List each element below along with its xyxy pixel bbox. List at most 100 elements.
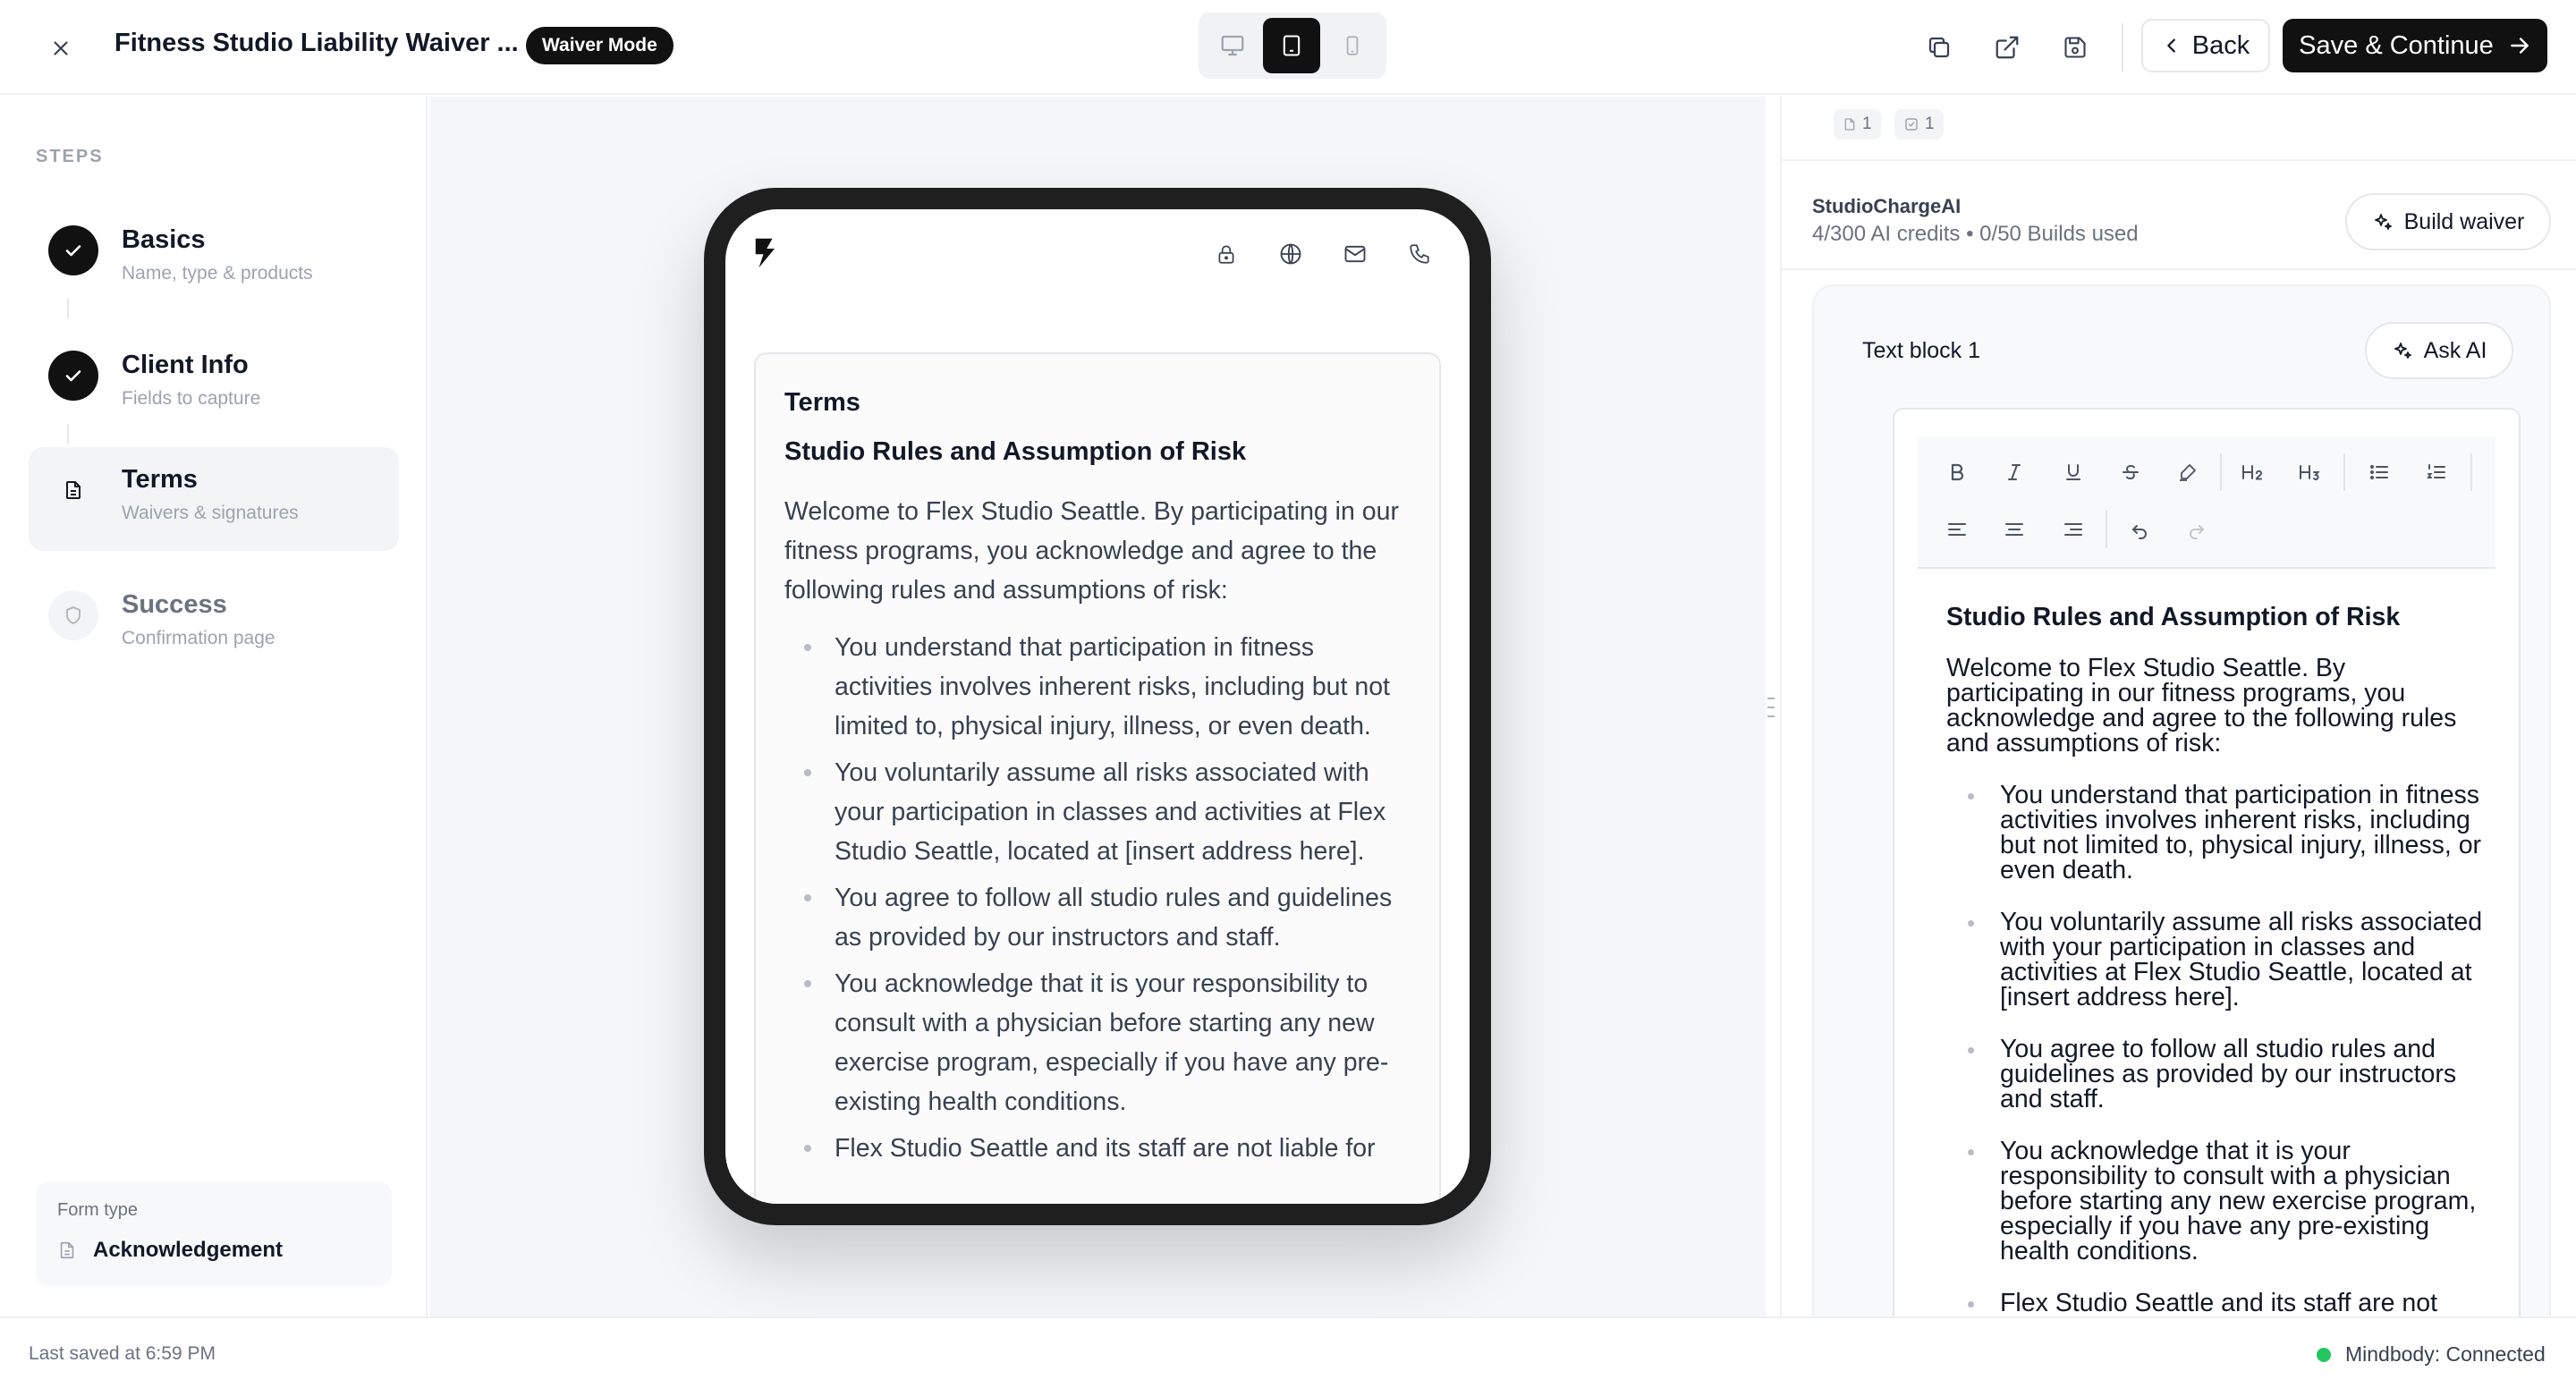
italic-button[interactable] (1991, 449, 2038, 495)
editor-list-item: You voluntarily assume all risks associa… (1946, 910, 2483, 1010)
connection-status-text: Mindbody: Connected (2345, 1342, 2546, 1366)
align-right-button[interactable] (2050, 506, 2097, 553)
save-continue-button[interactable]: Save & Continue (2283, 19, 2547, 72)
copy-icon (1928, 37, 1950, 58)
preview-canvas: Terms Studio Rules and Assumption of Ris… (429, 97, 1766, 1316)
ask-ai-label: Ask AI (2423, 337, 2487, 363)
tablet-view-button[interactable] (1263, 18, 1320, 73)
connection-status-dot (2317, 1348, 2331, 1362)
step-complete-indicator (48, 351, 98, 401)
align-left-button[interactable] (1934, 506, 1980, 553)
close-icon (54, 41, 68, 55)
globe-icon[interactable] (1273, 236, 1309, 272)
step-subtitle: Name, type & products (122, 263, 313, 284)
phone-icon (1346, 36, 1359, 55)
step-title: Basics (122, 225, 206, 254)
lightning-logo-icon (752, 236, 779, 270)
strikethrough-icon (2123, 465, 2139, 479)
step-subtitle: Waivers & signatures (122, 503, 299, 523)
monitor-icon (1221, 35, 1244, 56)
steps-sidebar: STEPS Basics Name, type & products Clien… (0, 97, 428, 1316)
step-complete-indicator (48, 225, 98, 275)
panel-resize-handle[interactable] (1767, 698, 1778, 717)
editor-content[interactable]: Studio Rules and Assumption of Risk Welc… (1946, 603, 2483, 1342)
underline-icon (2066, 464, 2080, 480)
undo-icon (2132, 525, 2147, 539)
duplicate-button[interactable] (1918, 27, 1961, 68)
align-left-icon (1948, 523, 1966, 536)
toolbar-separator (2470, 453, 2472, 491)
desktop-view-button[interactable] (1204, 18, 1261, 73)
pages-count-chip[interactable]: 1 (1834, 109, 1881, 140)
panel-divider (1782, 268, 2576, 270)
form-type-value: Acknowledgement (93, 1238, 284, 1262)
ai-credits: 4/300 AI credits • 0/50 Builds used (1812, 222, 2139, 246)
top-bar: Fitness Studio Liability Waiver ... Waiv… (0, 0, 2576, 95)
save-draft-button[interactable] (2054, 27, 2097, 68)
editor-list-item: You agree to follow all studio rules and… (1946, 1037, 2483, 1112)
align-center-button[interactable] (1991, 506, 2038, 553)
highlighter-icon (2180, 464, 2196, 481)
redo-icon (2190, 525, 2204, 539)
terms-heading: Studio Rules and Assumption of Risk (784, 437, 1247, 466)
heading-3-button[interactable] (2288, 449, 2334, 495)
step-success[interactable]: Success Confirmation page (29, 572, 399, 676)
build-waiver-button[interactable]: Build waiver (2345, 193, 2551, 250)
back-button[interactable]: Back (2141, 19, 2270, 72)
form-title: Fitness Studio Liability Waiver ... (114, 29, 519, 57)
panel-header: 1 1 (1782, 97, 2576, 161)
sparkles-icon (2394, 343, 2411, 359)
redo-button[interactable] (2174, 506, 2220, 553)
lock-icon[interactable] (1208, 236, 1244, 272)
bullet-list-button[interactable] (2356, 449, 2402, 495)
step-connector (67, 299, 69, 318)
step-subtitle: Fields to capture (122, 388, 261, 409)
numbered-list-button[interactable] (2413, 449, 2460, 495)
device-switcher (1199, 13, 1386, 79)
step-current-indicator (48, 465, 98, 515)
pages-count: 1 (1862, 114, 1872, 133)
close-button[interactable] (39, 27, 82, 70)
editor-list-item: You acknowledge that it is your responsi… (1946, 1138, 2483, 1264)
rich-text-editor[interactable]: Studio Rules and Assumption of Risk Welc… (1893, 408, 2521, 1388)
numbered-list-icon (2427, 464, 2445, 478)
bullet-list-icon (2370, 465, 2388, 479)
editor-heading: Studio Rules and Assumption of Risk (1946, 603, 2401, 631)
terms-list: You understand that participation in fit… (784, 628, 1411, 1168)
open-external-button[interactable] (1986, 27, 2029, 68)
terms-preview-card: Terms Studio Rules and Assumption of Ris… (754, 352, 1441, 1204)
checks-count: 1 (1925, 114, 1935, 133)
align-center-icon (2005, 523, 2023, 536)
phone-call-icon[interactable] (1402, 236, 1437, 272)
strikethrough-button[interactable] (2107, 449, 2154, 495)
ai-assistant-name: StudioChargeAI (1812, 195, 1962, 217)
back-button-label: Back (2191, 30, 2250, 60)
toolbar-divider (2122, 23, 2123, 72)
checks-count-chip[interactable]: 1 (1894, 109, 1944, 140)
underline-button[interactable] (2050, 449, 2097, 495)
step-client-info[interactable]: Client Info Fields to capture (29, 333, 399, 436)
mobile-view-button[interactable] (1324, 18, 1381, 73)
chevron-left-icon (2166, 38, 2175, 53)
mail-icon[interactable] (1337, 236, 1373, 272)
terms-list-item: You understand that participation in fit… (784, 628, 1411, 746)
editor-panel: 1 1 StudioChargeAI 4/300 AI credits • 0/… (1780, 97, 2576, 1388)
step-terms[interactable]: Terms Waivers & signatures (29, 447, 399, 551)
bold-icon (1951, 463, 1964, 481)
editor-list: You understand that participation in fit… (1946, 783, 2483, 1316)
step-basics[interactable]: Basics Name, type & products (29, 207, 399, 311)
shield-icon (66, 606, 80, 624)
ask-ai-button[interactable]: Ask AI (2365, 322, 2513, 379)
device-screen: Terms Studio Rules and Assumption of Ris… (725, 209, 1470, 1204)
editor-list-item: Flex Studio Seattle and its staff are no… (1946, 1291, 2483, 1316)
editor-intro: Welcome to Flex Studio Seattle. By parti… (1946, 654, 2457, 757)
bold-button[interactable] (1934, 449, 1980, 495)
document-icon (57, 1240, 77, 1261)
highlight-button[interactable] (2165, 449, 2211, 495)
check-icon (65, 245, 81, 257)
tablet-device-frame: Terms Studio Rules and Assumption of Ris… (704, 188, 1491, 1225)
undo-button[interactable] (2116, 506, 2163, 553)
toolbar-separator (2343, 453, 2345, 491)
checkbox-icon (1905, 118, 1918, 131)
heading-2-button[interactable] (2231, 449, 2277, 495)
